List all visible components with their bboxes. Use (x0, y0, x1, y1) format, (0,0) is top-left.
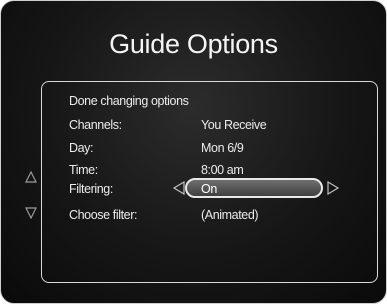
down-arrow-icon[interactable] (25, 207, 37, 219)
time-value: 8:00 am (201, 163, 244, 177)
page-title: Guide Options (109, 29, 278, 59)
day-value: Mon 6/9 (201, 141, 244, 155)
time-label[interactable]: Time: (69, 163, 98, 177)
choose-filter-label[interactable]: Choose filter: (69, 208, 137, 222)
up-arrow-icon[interactable] (25, 171, 37, 183)
filtering-value: On (201, 182, 217, 196)
filtering-label[interactable]: Filtering: (69, 182, 113, 196)
done-changing-options[interactable]: Done changing options (69, 94, 189, 108)
day-label[interactable]: Day: (69, 141, 94, 155)
channels-value: You Receive (201, 118, 267, 132)
channels-label[interactable]: Channels: (69, 118, 122, 132)
left-arrow-icon[interactable] (173, 181, 185, 195)
right-arrow-icon[interactable] (327, 181, 339, 195)
choose-filter-value: (Animated) (201, 208, 259, 222)
tv-screen: Guide Options Done changing options Chan… (0, 0, 387, 304)
